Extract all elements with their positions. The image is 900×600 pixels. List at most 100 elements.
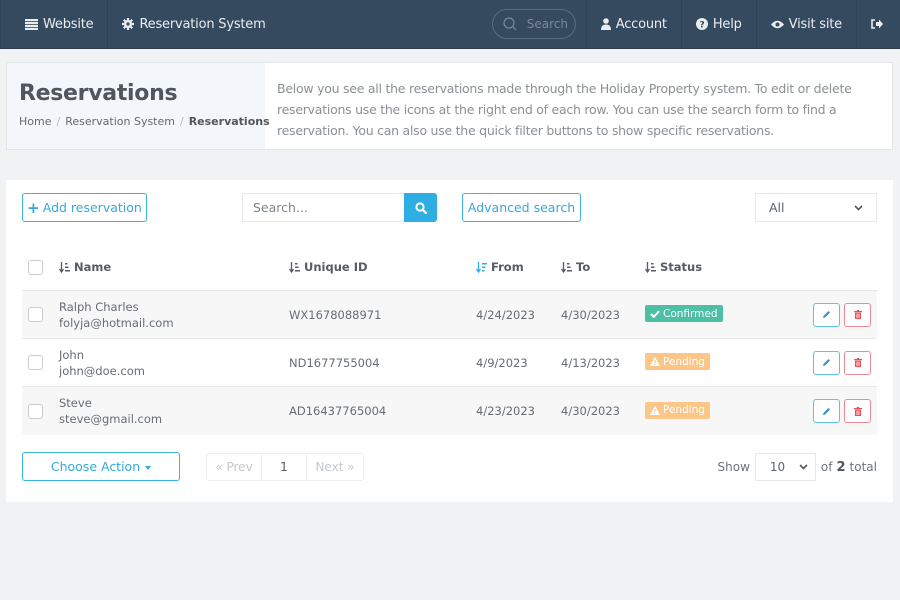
search-form (242, 193, 437, 222)
nav-help[interactable]: ? Help (680, 0, 756, 49)
status-label: Pending (663, 355, 705, 368)
edit-button[interactable] (813, 399, 840, 423)
guest-email: john@doe.com (59, 363, 145, 378)
question-circle-icon: ? (695, 18, 708, 30)
nav-reservation-system[interactable]: Reservation System (108, 0, 279, 49)
status-badge: Confirmed (645, 305, 723, 323)
guest-cell: John john@doe.com (59, 347, 289, 379)
nav-visit-site[interactable]: Visit site (755, 0, 856, 49)
from-date: 4/24/2023 (476, 307, 535, 322)
edit-button[interactable] (813, 302, 840, 327)
page-size-select[interactable]: 10 (754, 453, 816, 481)
guest-name: Ralph Charles (59, 299, 139, 314)
gear-icon (122, 18, 135, 30)
row-actions (805, 350, 877, 375)
svg-text:?: ? (699, 20, 704, 30)
column-to[interactable]: To (561, 260, 645, 274)
caret-down-icon (145, 465, 152, 470)
status-label: Confirmed (663, 307, 718, 320)
chevron-down-icon (854, 204, 863, 211)
column-unique-id[interactable]: Unique ID (289, 260, 476, 274)
status-filter-select[interactable]: All (755, 193, 877, 222)
breadcrumb-home[interactable]: Home (19, 115, 51, 128)
unique-id: ND1677755004 (289, 355, 380, 370)
table-row: Steve steve@gmail.com AD16437765004 4/23… (22, 387, 877, 435)
column-unique-id-label: Unique ID (304, 260, 368, 274)
table-header: Name Unique ID From To Status (22, 244, 877, 291)
nav-search-input[interactable]: Search (491, 9, 576, 39)
column-from[interactable]: From (476, 260, 561, 274)
prev-page-button[interactable]: « Prev (207, 454, 261, 480)
pencil-icon (823, 311, 830, 318)
search-icon (414, 201, 427, 214)
breadcrumb: Home / Reservation System / Reservations (19, 115, 270, 128)
select-all-checkbox[interactable] (28, 259, 43, 275)
status-cell: Pending (645, 353, 805, 370)
to-date: 4/30/2023 (561, 307, 620, 322)
row-checkbox[interactable] (28, 355, 43, 370)
plus-icon: + (27, 198, 40, 217)
next-page-button[interactable]: Next » (307, 454, 363, 480)
page-header: Reservations Home / Reservation System /… (6, 62, 893, 150)
breadcrumb-current: Reservations (188, 115, 270, 128)
breadcrumb-separator: / (179, 115, 184, 128)
column-name[interactable]: Name (59, 259, 289, 275)
advanced-search-button[interactable]: Advanced search (462, 193, 581, 222)
reservations-table: Name Unique ID From To Status Ralph Char… (22, 244, 877, 435)
delete-button[interactable] (844, 302, 871, 327)
page-header-title-area: Reservations Home / Reservation System /… (7, 63, 270, 149)
guest-cell: Steve steve@gmail.com (59, 395, 289, 427)
nav-website-label: Website (43, 16, 94, 32)
row-actions (805, 302, 877, 327)
warning-icon (650, 405, 660, 415)
trash-icon (853, 358, 862, 367)
list-icon (25, 18, 38, 30)
search-input[interactable] (242, 193, 404, 222)
status-filter-value: All (769, 200, 785, 215)
advanced-search-label: Advanced search (467, 200, 576, 215)
nav-logout[interactable] (856, 0, 900, 49)
row-checkbox[interactable] (28, 307, 43, 322)
column-to-label: To (576, 260, 591, 274)
nav-account[interactable]: Account (585, 0, 681, 49)
status-cell: Confirmed (645, 305, 805, 323)
from-date: 4/9/2023 (476, 355, 528, 370)
of-label: of (820, 460, 833, 474)
chevron-down-icon (799, 464, 808, 470)
column-from-label: From (491, 260, 524, 274)
row-actions (805, 399, 877, 423)
from-date: 4/23/2023 (476, 404, 535, 418)
edit-button[interactable] (813, 350, 840, 375)
show-label: Show (717, 460, 750, 474)
search-button[interactable] (404, 193, 437, 222)
breadcrumb-reservation-system[interactable]: Reservation System (65, 115, 175, 128)
delete-button[interactable] (844, 350, 871, 375)
page-description: Below you see all the reservations made … (277, 81, 852, 138)
column-status[interactable]: Status (645, 260, 805, 274)
row-checkbox[interactable] (28, 403, 43, 419)
nav-website[interactable]: Website (0, 0, 109, 49)
check-icon (650, 310, 660, 318)
column-status-label: Status (660, 260, 703, 274)
choose-action-label: Choose Action (50, 459, 141, 474)
delete-button[interactable] (844, 399, 871, 423)
nav-search-placeholder: Search (526, 17, 568, 31)
add-reservation-label: Add reservation (42, 200, 142, 215)
unique-id: WX1678088971 (289, 307, 382, 322)
page-1-button[interactable]: 1 (261, 454, 307, 480)
guest-name: Steve (59, 396, 92, 410)
eye-icon (770, 20, 784, 28)
status-badge: Pending (645, 353, 710, 370)
to-date: 4/30/2023 (561, 404, 620, 418)
guest-cell: Ralph Charles folyja@hotmail.com (59, 299, 289, 331)
status-badge: Pending (645, 401, 710, 419)
reservations-card: + Add reservation Advanced search All Na… (6, 180, 893, 502)
total-count: 2 (836, 459, 846, 475)
table-row: Ralph Charles folyja@hotmail.com WX16780… (22, 291, 877, 339)
sort-icon (59, 261, 70, 273)
sign-out-icon (871, 19, 883, 29)
status-cell: Pending (645, 401, 805, 419)
sort-active-icon (476, 261, 487, 273)
add-reservation-button[interactable]: + Add reservation (22, 193, 147, 222)
choose-action-dropdown[interactable]: Choose Action (22, 452, 180, 481)
